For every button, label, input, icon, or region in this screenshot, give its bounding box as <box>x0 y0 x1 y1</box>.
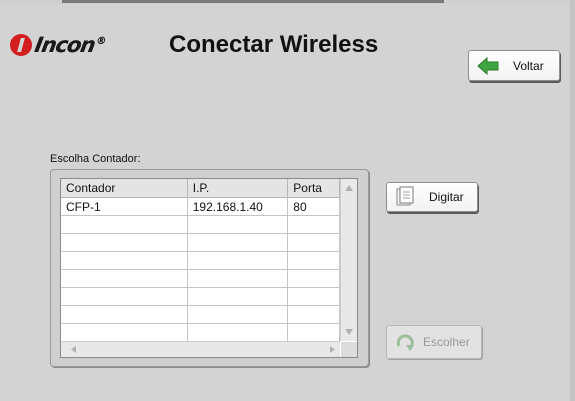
table-row[interactable]: CFP-1 192.168.1.40 80 <box>61 197 340 216</box>
table-row[interactable] <box>61 323 340 342</box>
horizontal-scrollbar[interactable] <box>61 341 340 357</box>
contador-table[interactable]: Contador I.P. Porta CFP-1 192.168.1.40 8… <box>60 178 358 358</box>
cell-contador: CFP-1 <box>61 197 188 216</box>
column-header-porta[interactable]: Porta <box>287 179 340 198</box>
document-icon <box>395 186 417 208</box>
table-row[interactable] <box>61 215 340 234</box>
scroll-lr-arrows-icon <box>71 346 335 353</box>
incon-logo: Incon® <box>10 32 107 58</box>
voltar-label: Voltar <box>513 58 544 73</box>
page-title: Conectar Wireless <box>169 31 379 58</box>
digitar-label: Digitar <box>429 190 464 204</box>
logo-mark-icon <box>10 34 32 56</box>
contador-grid: Contador I.P. Porta CFP-1 192.168.1.40 8… <box>61 179 340 342</box>
voltar-button[interactable]: Voltar <box>468 50 560 81</box>
table-row[interactable] <box>61 305 340 324</box>
escolher-button[interactable]: Escolher <box>386 325 482 359</box>
digitar-button[interactable]: Digitar <box>386 182 478 212</box>
table-row[interactable] <box>61 233 340 252</box>
vertical-scrollbar[interactable] <box>340 179 357 341</box>
table-row[interactable] <box>61 287 340 306</box>
escolher-label: Escolher <box>423 335 470 349</box>
window-right-edge <box>570 0 575 401</box>
scroll-arrows-icon <box>345 185 353 335</box>
column-header-contador[interactable]: Contador <box>61 179 188 198</box>
window-top-strip <box>62 0 444 3</box>
scrollbar-corner <box>341 342 357 357</box>
table-header-row: Contador I.P. Porta <box>61 179 340 198</box>
column-header-ip[interactable]: I.P. <box>187 179 289 198</box>
window-top-edge <box>0 0 575 4</box>
back-arrow-icon <box>477 56 499 75</box>
cell-ip: 192.168.1.40 <box>187 197 289 216</box>
logo-text: Incon® <box>32 33 107 57</box>
table-row[interactable] <box>61 269 340 288</box>
table-row[interactable] <box>61 251 340 270</box>
cell-porta: 80 <box>287 197 340 216</box>
escolha-contador-label: Escolha Contador: <box>50 153 141 165</box>
refresh-arrow-icon <box>395 332 417 352</box>
